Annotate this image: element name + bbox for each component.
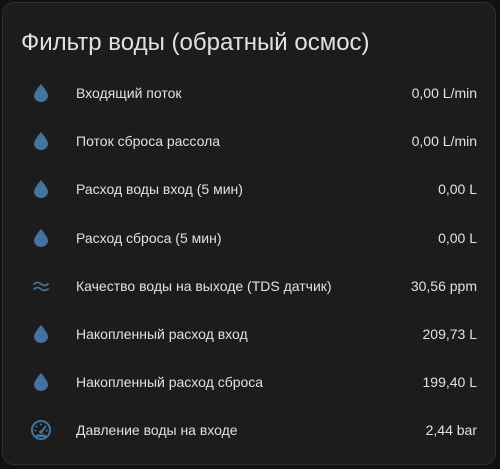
water-drop-icon — [29, 322, 53, 346]
entity-name: Давление воды на входе — [76, 422, 238, 439]
water-drop-icon — [29, 81, 53, 105]
water-drop-icon — [29, 226, 53, 250]
entity-name: Накопленный расход сброса — [76, 374, 264, 391]
entity-row-inlet-usage-5min[interactable]: Расход воды вход (5 мин) 0,00 L — [3, 165, 495, 213]
water-waves-icon — [29, 274, 53, 298]
entity-name: Накопленный расход вход — [76, 326, 248, 343]
entity-state: 0,00 L — [438, 181, 477, 198]
entity-state: 209,73 L — [422, 326, 478, 343]
entity-row-inlet-flow[interactable]: Входящий поток 0,00 L/min — [3, 69, 495, 117]
entity-row-inlet-total[interactable]: Накопленный расход вход 209,73 L — [3, 310, 495, 358]
entity-name: Расход воды вход (5 мин) — [76, 181, 243, 198]
entity-state: 0,00 L/min — [411, 85, 477, 102]
entity-row-brine-total[interactable]: Накопленный расход сброса 199,40 L — [3, 358, 495, 406]
entity-row-brine-usage-5min[interactable]: Расход сброса (5 мин) 0,00 L — [3, 214, 495, 262]
entity-state: 199,40 L — [422, 374, 478, 391]
water-drop-icon — [29, 129, 53, 153]
water-drop-icon — [29, 370, 53, 394]
entity-state: 0,00 L — [438, 229, 477, 246]
entity-list: Входящий поток 0,00 L/min Поток сброса р… — [3, 69, 495, 455]
entity-name: Качество воды на выходе (TDS датчик) — [76, 277, 332, 294]
entity-name: Расход сброса (5 мин) — [76, 229, 222, 246]
entity-state: 30,56 ppm — [410, 277, 477, 294]
gauge-icon — [29, 418, 53, 442]
entity-state: 2,44 bar — [425, 422, 477, 439]
entity-row-inlet-pressure[interactable]: Давление воды на входе 2,44 bar — [3, 406, 495, 454]
entity-state: 0,00 L/min — [411, 133, 477, 150]
entity-row-tds-quality[interactable]: Качество воды на выходе (TDS датчик) 30,… — [3, 262, 495, 310]
card-title: Фильтр воды (обратный осмос) — [21, 29, 370, 56]
entity-row-brine-flow[interactable]: Поток сброса рассола 0,00 L/min — [3, 117, 495, 165]
entities-card: Фильтр воды (обратный осмос) Входящий по… — [2, 2, 496, 465]
entity-name: Поток сброса рассола — [76, 133, 221, 150]
entity-name: Входящий поток — [76, 85, 182, 102]
water-drop-icon — [29, 177, 53, 201]
